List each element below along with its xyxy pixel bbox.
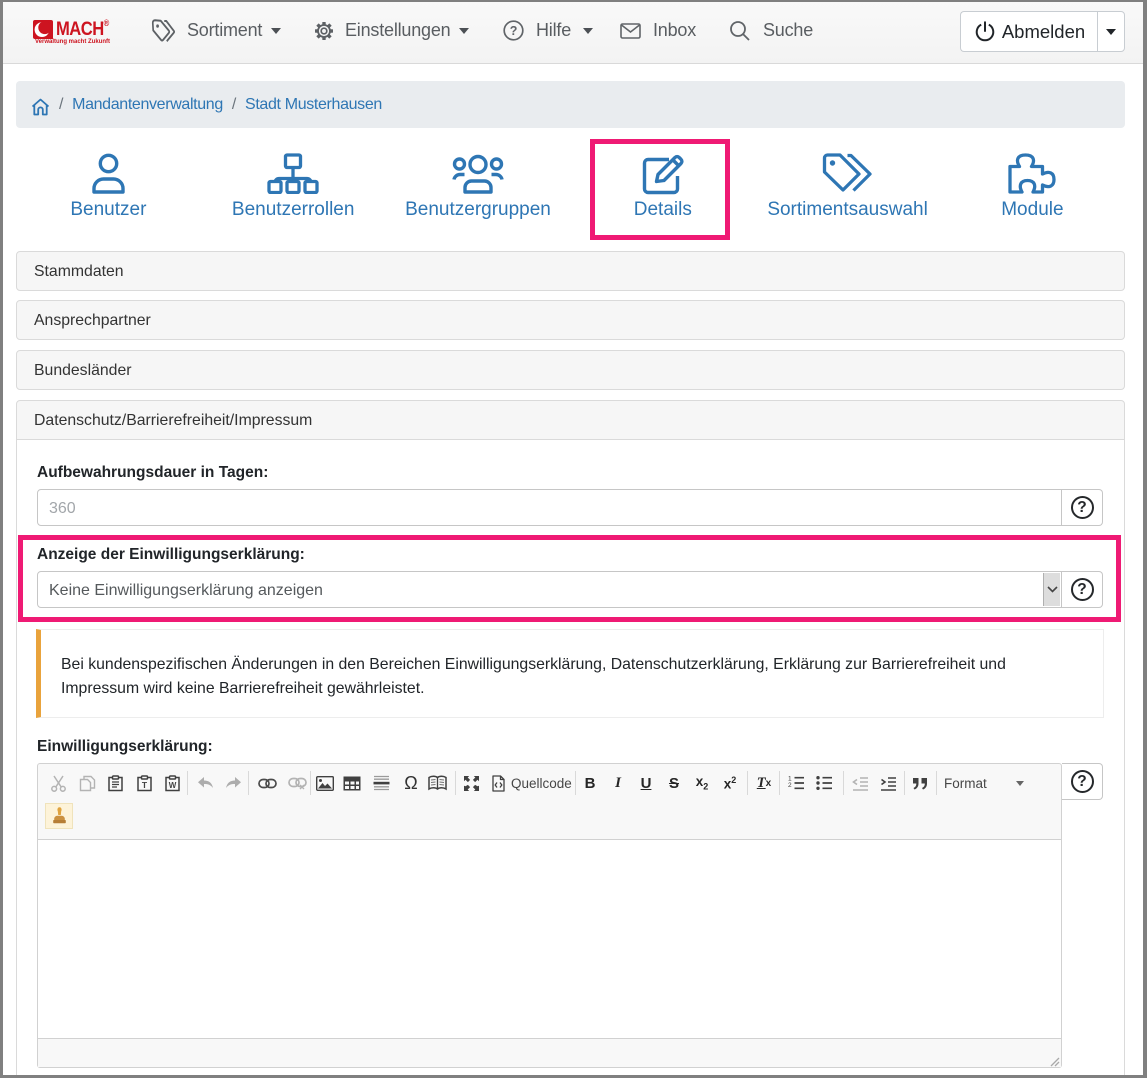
svg-text:T: T xyxy=(141,780,147,790)
svg-text:2: 2 xyxy=(788,782,792,789)
svg-text:W: W xyxy=(169,781,177,790)
svg-text:?: ? xyxy=(510,24,517,38)
